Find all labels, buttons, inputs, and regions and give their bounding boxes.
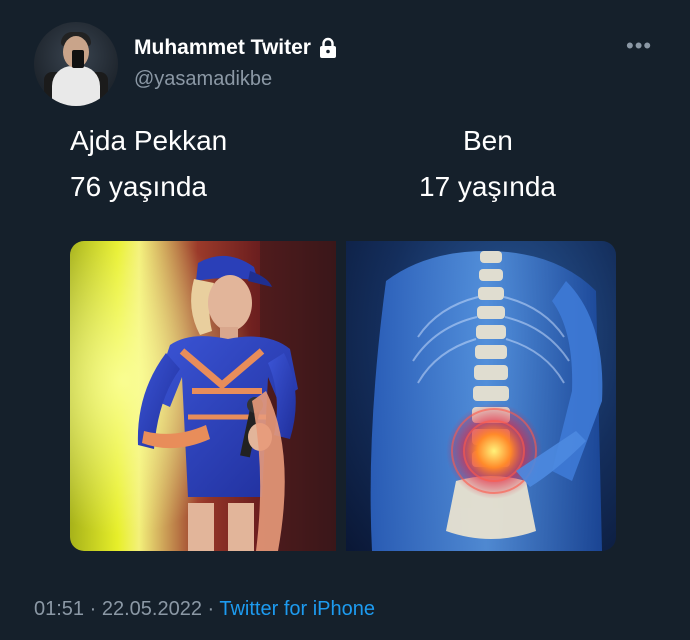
lock-icon bbox=[317, 37, 339, 59]
avatar-phone bbox=[72, 50, 84, 68]
more-icon[interactable]: ••• bbox=[626, 35, 652, 57]
right-caption-age: 17 yaşında bbox=[419, 171, 556, 202]
tweet-meta: 01:51 · 22.05.2022 · Twitter for iPhone bbox=[34, 598, 375, 621]
user-handle[interactable]: @yasamadikbe bbox=[134, 68, 272, 91]
tweet-date[interactable]: 22.05.2022 bbox=[102, 598, 202, 620]
right-caption-name: Ben bbox=[463, 125, 513, 156]
left-caption: Ajda Pekkan 76 yaşında bbox=[70, 118, 227, 210]
media-photo-singer[interactable] bbox=[70, 241, 336, 551]
left-caption-name: Ajda Pekkan bbox=[70, 125, 228, 156]
right-caption: Ben 17 yaşında bbox=[419, 118, 556, 210]
display-name-row[interactable]: Muhammet Twiter bbox=[134, 36, 339, 60]
tweet-time[interactable]: 01:51 bbox=[34, 598, 84, 620]
media-illustration-spine[interactable] bbox=[346, 241, 616, 551]
tweet-source-link[interactable]: Twitter for iPhone bbox=[219, 598, 375, 620]
left-caption-age: 76 yaşında bbox=[70, 171, 207, 202]
avatar-shirt bbox=[52, 66, 100, 106]
meta-separator: · bbox=[201, 598, 220, 620]
avatar[interactable] bbox=[34, 22, 118, 106]
display-name[interactable]: Muhammet Twiter bbox=[134, 36, 311, 60]
meta-separator: · bbox=[84, 598, 102, 620]
